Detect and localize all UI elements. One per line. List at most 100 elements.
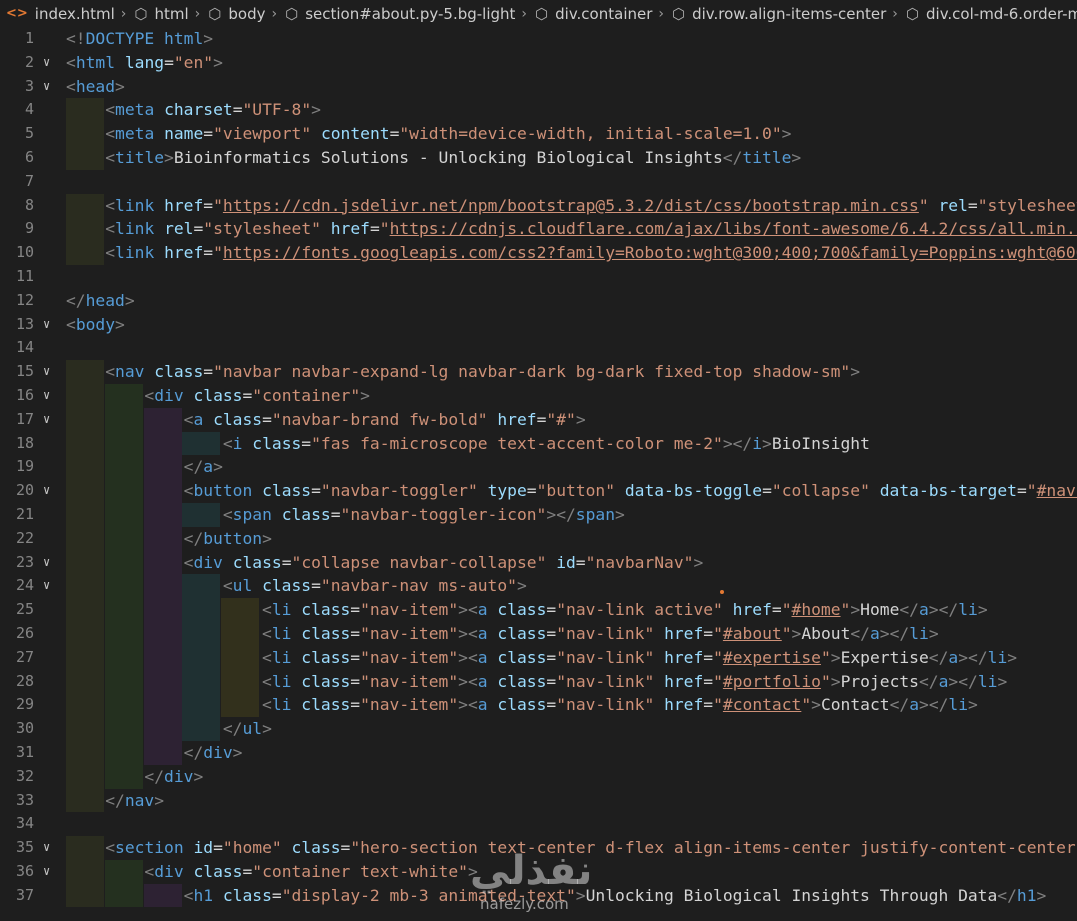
code-line[interactable]: 22 </button> [0,526,1077,551]
code-line[interactable]: 4 <meta charset="UTF-8"> [0,98,1077,123]
chevron-right-icon: › [271,5,278,22]
chevron-right-icon: › [892,5,898,22]
code-text: <li class="nav-item"><a class="nav-link"… [262,695,978,715]
breadcrumb-item[interactable]: ⬡ div.col-md-6.order-md [906,5,1077,23]
breadcrumb-item[interactable]: ⬡ html [134,5,188,23]
code-line[interactable]: 18 <i class="fas fa-microscope text-acce… [0,431,1077,456]
line-number: 2 [24,52,34,71]
breadcrumb-item[interactable]: <> index.html [6,5,115,23]
fold-chevron-icon[interactable]: ∨ [43,836,50,860]
breadcrumb-label: div.container [555,4,653,23]
code-text: <nav class="navbar navbar-expand-lg navb… [105,362,861,382]
line-number: 26 [15,623,34,642]
line-number: 4 [24,100,34,119]
chevron-right-icon: › [120,5,127,22]
line-number: 27 [15,647,34,666]
fold-chevron-icon[interactable]: ∨ [43,860,50,884]
code-line[interactable]: 14 [0,336,1077,360]
code-line[interactable]: 16 ∨ <div class="container"> [0,383,1077,408]
cube-icon: ⬡ [208,4,222,23]
line-number: 31 [15,742,34,761]
code-text: <li class="nav-item"><a class="nav-link"… [262,671,1008,691]
cube-icon: ⬡ [134,4,148,23]
code-line[interactable]: 33 </nav> [0,788,1077,813]
code-line[interactable]: 35 ∨ <section id="home" class="hero-secti… [0,836,1077,860]
code-text: <li class="nav-item"><a class="nav-link … [262,600,988,620]
code-line[interactable]: 26 <li class="nav-item"><a class="nav-li… [0,621,1077,646]
code-line[interactable]: 30 </ul> [0,717,1077,741]
fold-chevron-icon[interactable]: ∨ [43,384,50,408]
code-text: </a> [183,457,223,477]
line-number: 35 [15,838,34,857]
code-text: </button> [183,528,272,548]
breadcrumb-item[interactable]: ⬡ div.row.align-items-center [672,5,886,23]
code-text: <a class="navbar-brand fw-bold" href="#"… [183,409,586,429]
code-line[interactable]: 32 </div> [0,764,1077,789]
fold-chevron-icon[interactable]: ∨ [43,313,50,337]
code-text: <div class="collapse navbar-collapse" id… [183,552,704,572]
line-number: 16 [15,385,34,404]
code-line[interactable]: 11 [0,265,1077,289]
code-line[interactable]: 34 [0,812,1077,836]
code-line[interactable]: 29 <li class="nav-item"><a class="nav-li… [0,693,1077,718]
fold-chevron-icon[interactable]: ∨ [43,574,50,598]
code-text: <div class="container"> [144,385,370,405]
line-number: 29 [15,695,34,714]
fold-chevron-icon[interactable]: ∨ [43,360,50,384]
code-line[interactable]: 36 ∨ <div class="container text-white"> [0,859,1077,884]
code-line[interactable]: 12 </head> [0,289,1077,313]
code-line[interactable]: 25 <li class="nav-item"><a class="nav-li… [0,598,1077,622]
code-text: <li class="nav-item"><a class="nav-link"… [262,647,1018,667]
code-line[interactable]: 6 <title>Bioinformatics Solutions - Unlo… [0,145,1077,170]
line-number: 8 [24,195,34,214]
breadcrumb-item[interactable]: ⬡ div.container [535,5,652,23]
fold-chevron-icon[interactable]: ∨ [43,408,50,432]
line-number: 28 [15,671,34,690]
code-text: <link href="https://fonts.googleapis.com… [105,243,1077,263]
code-line[interactable]: 27 <li class="nav-item"><a class="nav-li… [0,645,1077,670]
code-line[interactable]: 3 ∨ <head> [0,75,1077,99]
code-line[interactable]: 37 <h1 class="display-2 mb-3 animated-te… [0,883,1077,908]
code-line[interactable]: 5 <meta name="viewport" content="width=d… [0,122,1077,146]
code-text: <title>Bioinformatics Solutions - Unlock… [105,147,802,167]
code-text: <h1 class="display-2 mb-3 animated-text"… [183,885,1047,905]
code-line[interactable]: 19 </a> [0,455,1077,480]
code-line[interactable]: 8 <link href="https://cdn.jsdelivr.net/n… [0,193,1077,218]
line-number: 22 [15,528,34,547]
code-line[interactable]: 28 <li class="nav-item"><a class="nav-li… [0,669,1077,694]
code-line[interactable]: 31 </div> [0,740,1077,765]
code-line[interactable]: 24 ∨ <ul class="navbar-nav ms-auto"> [0,574,1077,599]
breadcrumb-label: body [228,4,266,23]
chevron-right-icon: › [658,5,664,22]
code-line[interactable]: 2 ∨ <html lang="en"> [0,51,1077,75]
code-line[interactable]: 23 ∨ <div class="collapse navbar-collapse… [0,550,1077,575]
cube-icon: ⬡ [905,4,920,23]
line-number: 36 [15,861,34,880]
code-line[interactable]: 1 <!DOCTYPE html> [0,27,1077,51]
code-editor[interactable]: 1 <!DOCTYPE html> 2 ∨ <html lang="en"> 3 ∨ <hea… [0,27,1077,921]
line-number: 21 [15,504,34,523]
fold-chevron-icon[interactable]: ∨ [43,551,50,575]
code-line[interactable]: 7 [0,170,1077,194]
code-line[interactable]: 13 ∨ <body> [0,313,1077,337]
code-text: </head> [66,290,135,310]
breadcrumb-item[interactable]: ⬡ section#about.py-5.bg-light [285,5,515,23]
code-text: <!DOCTYPE html> [66,29,214,48]
code-text: </div> [144,766,204,786]
breadcrumb-item[interactable]: ⬡ body [208,5,265,23]
fold-chevron-icon[interactable]: ∨ [43,479,50,503]
code-text: </nav> [105,790,165,810]
line-number: 6 [24,147,34,166]
code-line[interactable]: 20 ∨ <button class="navbar-toggler" type=… [0,479,1077,503]
fold-chevron-icon[interactable]: ∨ [43,51,50,75]
code-text: <html lang="en"> [66,52,223,72]
code-text: <i class="fas fa-microscope text-accent-… [222,433,870,453]
code-line[interactable]: 21 <span class="navbar-toggler-icon"></s… [0,502,1077,527]
line-number: 5 [24,124,34,143]
code-line[interactable]: 17 ∨ <a class="navbar-brand fw-bold" href… [0,407,1077,432]
fold-chevron-icon[interactable]: ∨ [43,75,50,99]
code-line[interactable]: 10 <link href="https://fonts.googleapis.… [0,241,1077,265]
code-line[interactable]: 15 ∨ <nav class="navbar navbar-expand-lg … [0,360,1077,384]
line-number: 34 [15,814,34,833]
code-line[interactable]: 9 <link rel="stylesheet" href="https://c… [0,217,1077,242]
